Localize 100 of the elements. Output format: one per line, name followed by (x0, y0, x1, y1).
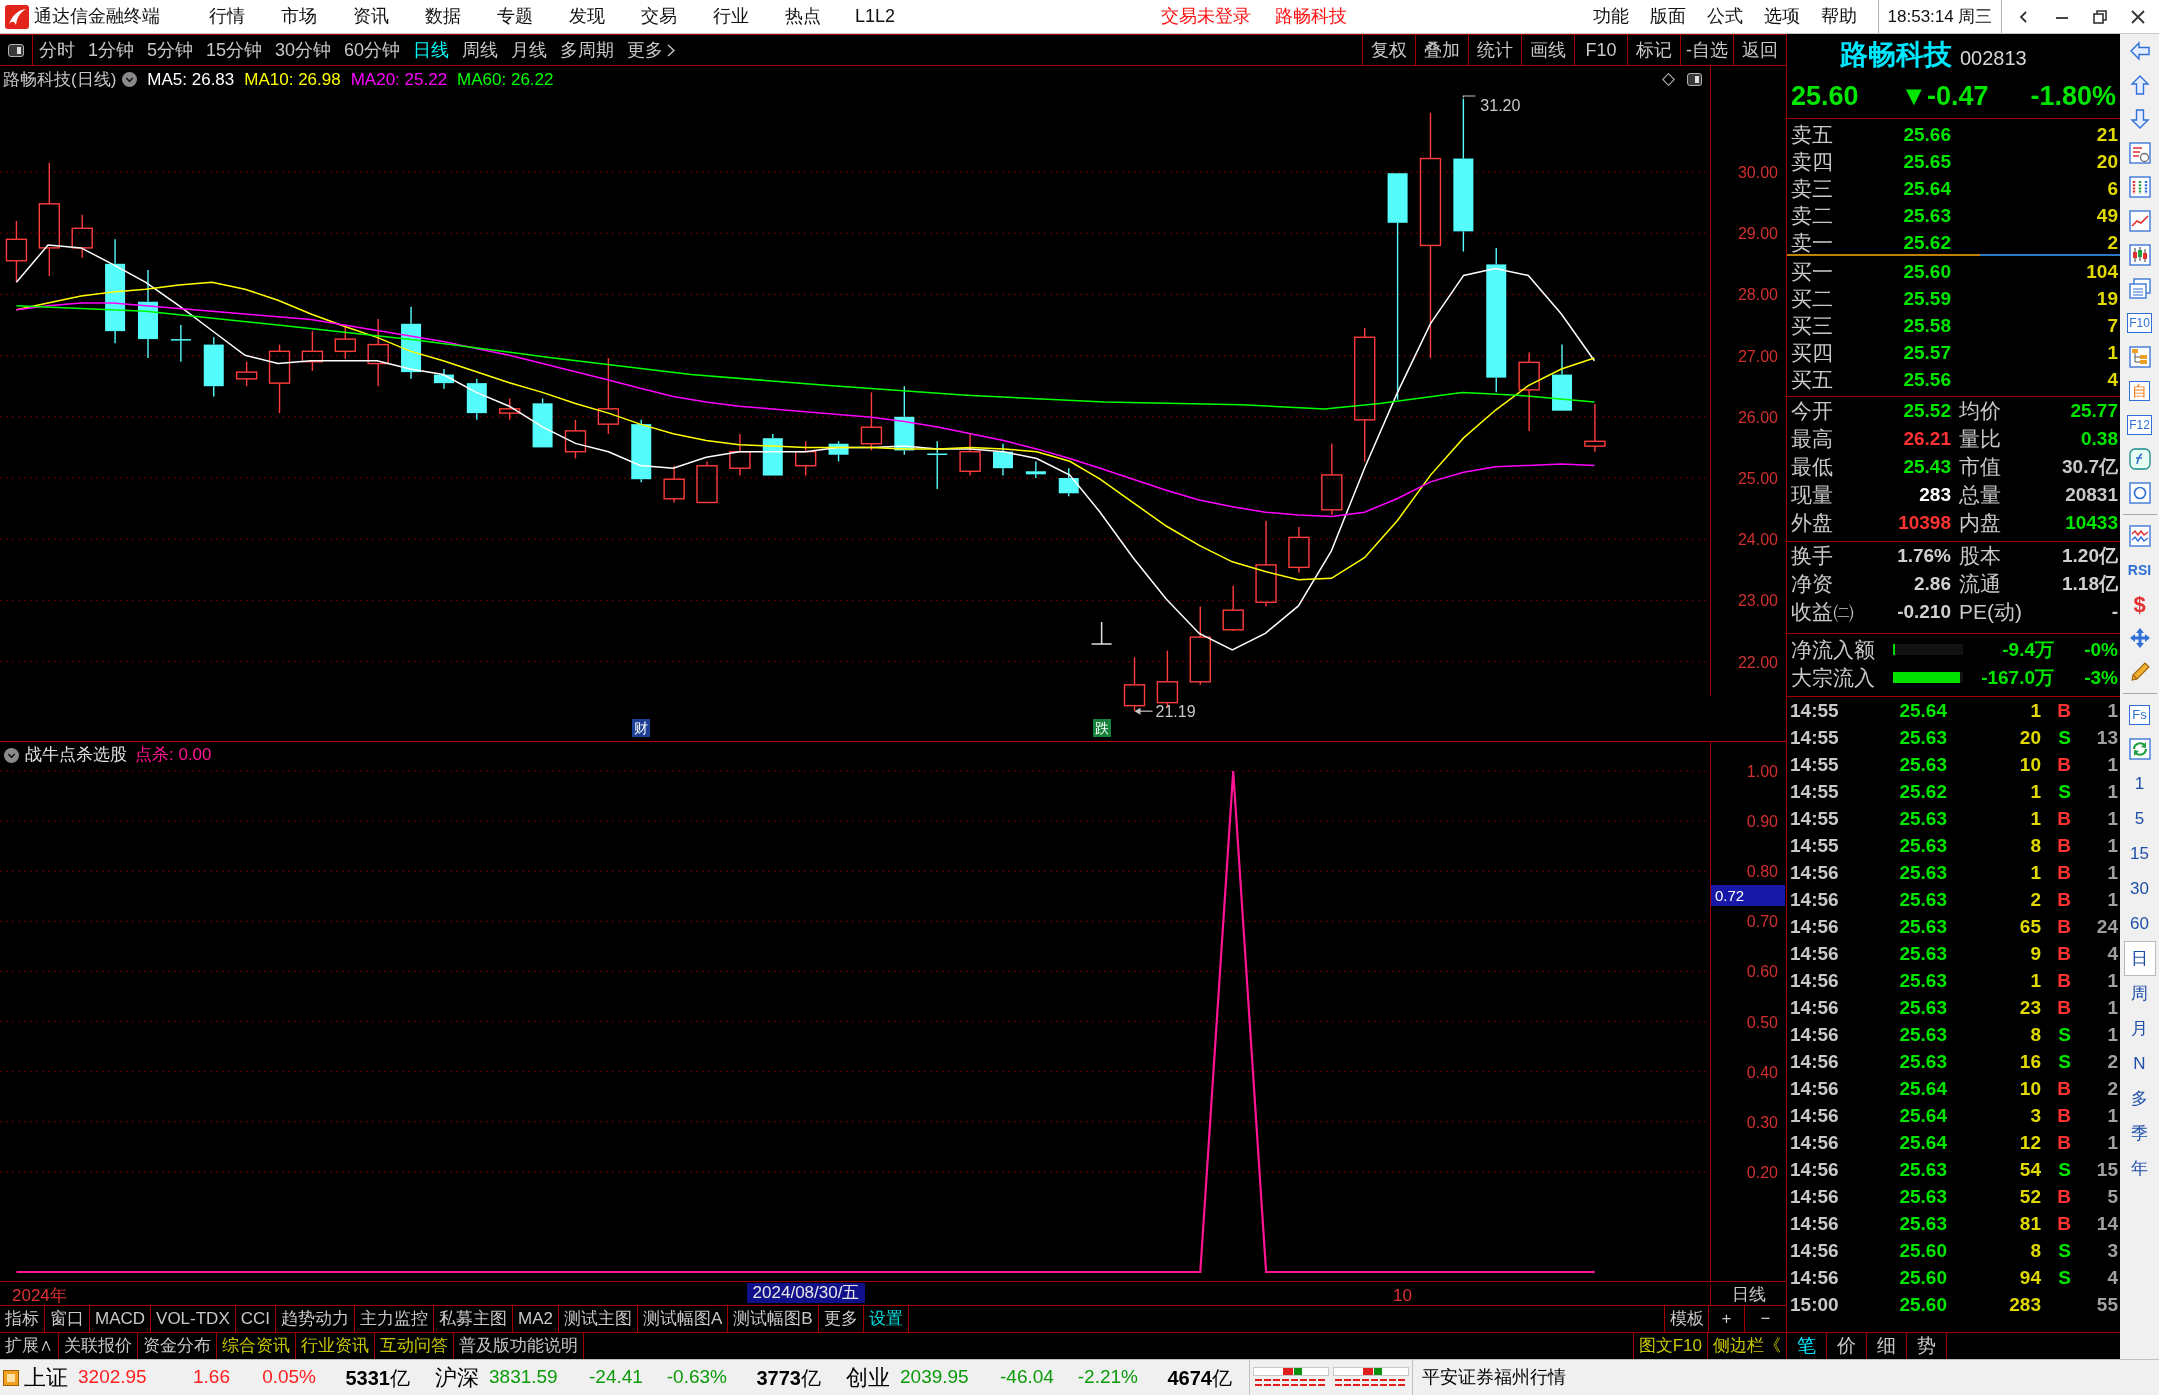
tree-icon[interactable] (2128, 346, 2151, 368)
app-title: 通达信金融终端 (34, 5, 161, 28)
indicator-tab[interactable]: 趋势动力 (276, 1306, 356, 1332)
price-axis-label: 24.00 (1737, 531, 1778, 549)
menu-item[interactable]: 市场 (263, 3, 335, 30)
period-button[interactable]: 1 (2123, 766, 2156, 801)
table-icon[interactable] (2128, 142, 2151, 164)
toolbar-button[interactable]: -自选 (1680, 35, 1733, 65)
indicator-tab[interactable]: 设置 (863, 1306, 909, 1332)
period-tab[interactable]: 多周期 (560, 36, 615, 64)
period-button[interactable]: 15 (2123, 836, 2156, 871)
period-tab[interactable]: 日线 (413, 36, 450, 64)
sidebar-tool-button[interactable]: RSI (2127, 559, 2152, 581)
toolbar-button[interactable]: 统计 (1468, 35, 1521, 65)
menu-item[interactable]: 发现 (551, 3, 623, 30)
stat-label: 均价 (1958, 398, 2002, 425)
period-tab[interactable]: 30分钟 (275, 36, 332, 64)
wave-chart-icon[interactable] (2128, 525, 2151, 547)
toolbar-button[interactable]: 标记 (1627, 35, 1680, 65)
period-tab[interactable]: 1分钟 (88, 36, 134, 64)
period-tab[interactable]: 15分钟 (206, 36, 263, 64)
period-button[interactable]: 季 (2123, 1116, 2156, 1151)
move-icon[interactable] (2128, 627, 2151, 649)
period-tab[interactable]: 月线 (511, 36, 548, 64)
price-axis-label: 25.00 (1737, 470, 1778, 487)
indicator-tab[interactable]: CCI (235, 1306, 277, 1332)
indicator-tab[interactable]: 更多 (818, 1306, 864, 1332)
period-button[interactable]: 月 (2123, 1011, 2156, 1046)
template-button[interactable]: 模板 (1664, 1306, 1708, 1332)
indicator-tab[interactable]: 主力监控 (355, 1306, 435, 1332)
period-tab[interactable]: 分时 (39, 36, 75, 64)
app-logo-icon[interactable] (5, 4, 29, 29)
menu-item[interactable]: 版面 (1650, 3, 1707, 30)
menu-item[interactable]: 选项 (1764, 3, 1821, 30)
price-axis-label: 26.00 (1737, 408, 1778, 426)
toolbar-button[interactable]: 画线 (1521, 35, 1574, 65)
grid-icon[interactable] (2128, 176, 2151, 198)
tick-side: B (2056, 942, 2071, 966)
period-button[interactable]: 年 (2123, 1151, 2156, 1186)
period-button[interactable]: 60 (2123, 906, 2156, 941)
menu-item[interactable]: L1L2 (839, 3, 911, 30)
period-tab[interactable]: 周线 (462, 36, 499, 64)
indicator-tab[interactable]: 窗口 (45, 1306, 90, 1332)
menu-item[interactable]: 专题 (479, 3, 551, 30)
period-tab[interactable]: 60分钟 (344, 36, 401, 64)
period-button[interactable]: 30 (2123, 871, 2156, 906)
indicator-tab[interactable]: 私募主图 (434, 1306, 514, 1332)
toolbar-button[interactable]: 复权 (1362, 35, 1415, 65)
square-icon[interactable] (3, 1369, 19, 1386)
windows-icon[interactable] (2128, 278, 2151, 300)
menu-item[interactable]: 行情 (191, 3, 263, 30)
indicator-tab[interactable]: 测试幅图B (728, 1306, 819, 1332)
indicator-tab[interactable]: MA2 (513, 1306, 559, 1332)
period-button[interactable]: 多 (2123, 1081, 2156, 1116)
sidebar-tool-button[interactable]: $ (2133, 587, 2146, 621)
pencil-icon[interactable] (2128, 661, 2151, 683)
menu-item[interactable]: 交易 (623, 3, 695, 30)
period-tab[interactable]: 5分钟 (147, 36, 194, 64)
candlestick-icon[interactable] (2128, 244, 2151, 266)
period-button[interactable]: 周 (2123, 976, 2156, 1011)
menu-item[interactable]: 行业 (695, 3, 767, 30)
refresh-icon[interactable] (2128, 738, 2151, 760)
period-button[interactable]: N (2123, 1046, 2156, 1081)
indicator-tab[interactable]: 指标 (0, 1306, 45, 1332)
tick-time: 14:56 (1790, 1077, 1840, 1101)
close-icon[interactable] (2130, 8, 2146, 25)
restore-icon[interactable] (2092, 8, 2108, 25)
formula-icon[interactable] (2128, 448, 2151, 470)
menu-item[interactable]: 资讯 (335, 3, 407, 30)
sidebar-tool-button[interactable]: F10 (2127, 313, 2152, 333)
left-arrow-icon[interactable] (2128, 40, 2151, 62)
menu-item[interactable]: 帮助 (1821, 3, 1878, 30)
sidebar-tool-button[interactable]: F12 (2127, 415, 2152, 435)
indicator-tab[interactable]: 测试主图 (559, 1306, 638, 1332)
indicator-tab[interactable]: 测试幅图A (638, 1306, 729, 1332)
dropdown-icon[interactable] (4, 747, 19, 763)
panel-toggle-icon[interactable] (1687, 73, 1702, 86)
line-chart-icon[interactable] (2128, 210, 2151, 232)
panel-toggle-icon[interactable] (8, 43, 24, 57)
period-button[interactable]: 日 (2123, 941, 2156, 976)
up-arrow-icon[interactable] (2128, 74, 2151, 96)
diamond-icon[interactable] (1662, 73, 1675, 86)
indicator-tab[interactable]: VOL-TDX (151, 1306, 236, 1332)
menu-item[interactable]: 公式 (1707, 3, 1764, 30)
menu-item[interactable]: 热点 (767, 3, 839, 30)
more-button[interactable]: 更多 (627, 36, 676, 64)
toolbar-button[interactable]: F10 (1574, 35, 1627, 65)
menu-item[interactable]: 数据 (407, 3, 479, 30)
index-percent: -0.63% (665, 1365, 727, 1390)
menu-item[interactable]: 功能 (1593, 3, 1650, 30)
indicator-tab[interactable]: MACD (90, 1306, 152, 1332)
order-volume: 6 (2106, 176, 2118, 201)
period-button[interactable]: 5 (2123, 801, 2156, 836)
tick-price: 25.62 (1898, 780, 1947, 804)
add-button[interactable]: + (1708, 1306, 1744, 1332)
down-arrow-icon[interactable] (2128, 108, 2151, 130)
stat-label: 收益㈡ (1791, 599, 1855, 626)
toolbar-button[interactable]: 叠加 (1415, 35, 1468, 65)
dropdown-icon[interactable] (122, 72, 138, 87)
sidebar-tool-button[interactable]: Fs (2129, 705, 2150, 725)
